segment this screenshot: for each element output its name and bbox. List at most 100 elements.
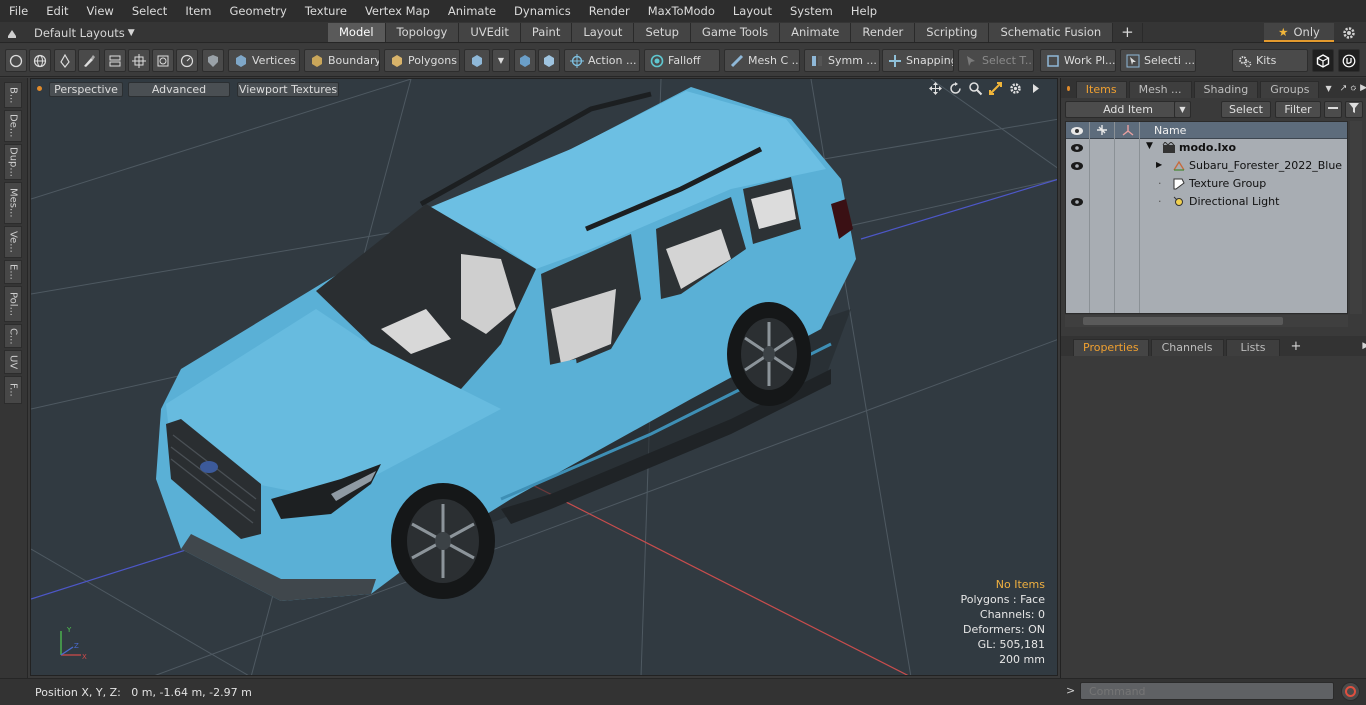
tree-row-directional-light[interactable]: · Directional Light [1066,193,1347,211]
rotate-view-icon[interactable] [948,81,963,96]
align-button[interactable] [104,49,126,72]
panel-more-icon[interactable]: ▶ [1362,341,1366,351]
panel-more-icon[interactable]: ▶ [1360,83,1366,93]
snapping-button[interactable]: Snapping [882,49,954,72]
tab-paint[interactable]: Paint [520,23,573,42]
tab-deform[interactable]: De... [4,110,22,142]
tab-render[interactable]: Render [851,23,916,42]
tab-scripting[interactable]: Scripting [915,23,990,42]
add-tab-button[interactable]: + [1113,23,1143,42]
maximize-view-icon[interactable] [988,81,1003,96]
vertices-button[interactable]: Vertices [228,49,300,72]
menu-render[interactable]: Render [580,4,639,18]
viewport-settings-icon[interactable] [1008,81,1023,96]
selection-sets-button[interactable]: Selecti ... [1120,49,1196,72]
unreal-button[interactable] [1338,49,1360,72]
tab-fusion[interactable]: F... [4,376,22,404]
tab-mesh[interactable]: Mesh ... [1128,81,1192,98]
tab-properties[interactable]: Properties [1073,339,1149,356]
scrollbar-thumb[interactable] [1083,317,1283,325]
tab-game-tools[interactable]: Game Tools [690,23,781,42]
panel-gear-icon[interactable] [1350,82,1357,94]
falloff-button[interactable]: Falloff [644,49,720,72]
menu-geometry[interactable]: Geometry [221,4,296,18]
menu-help[interactable]: Help [842,4,886,18]
collapse-button[interactable] [1324,101,1342,118]
shield-button[interactable] [202,49,224,72]
globe-button[interactable] [29,49,51,72]
expand-panel-icon[interactable] [1340,82,1347,94]
brush-tool-button[interactable] [78,49,100,72]
action-center-button[interactable]: Action ... [564,49,640,72]
mode-dropdown[interactable]: ▼ [492,49,510,72]
tab-setup[interactable]: Setup [634,23,691,42]
chevron-down-icon[interactable]: ▼ [1325,84,1331,93]
unity-button[interactable] [1312,49,1334,72]
menu-maxtomodo[interactable]: MaxToModo [639,4,724,18]
layout-selector[interactable]: Default Layouts ▼ [6,22,135,43]
tab-mesh-edit[interactable]: Mes... [4,182,22,224]
advanced-button[interactable]: Advanced [128,82,230,97]
polygons-button[interactable]: Polygons [384,49,460,72]
tab-channels[interactable]: Channels [1150,339,1224,356]
select-button[interactable]: Select [1221,101,1271,118]
expand-arrow-icon[interactable]: ▼ [1146,141,1153,151]
menu-view[interactable]: View [78,4,123,18]
boundary-button[interactable]: Boundary [304,49,380,72]
command-input[interactable] [1080,682,1334,700]
eye-icon[interactable] [1070,196,1084,208]
tab-groups[interactable]: Groups [1260,81,1320,98]
tab-uvedit[interactable]: UVEdit [459,23,521,42]
menu-edit[interactable]: Edit [37,4,77,18]
car-model-subaru-forester[interactable] [156,87,856,601]
tab-vertex[interactable]: Ve... [4,226,22,258]
select-through-button[interactable]: Select T... [958,49,1034,72]
menu-select[interactable]: Select [123,4,176,18]
snap-box-button[interactable] [152,49,174,72]
menu-layout[interactable]: Layout [724,4,781,18]
material-button[interactable] [514,49,536,72]
tab-animate[interactable]: Animate [780,23,852,42]
mesh-constraint-button[interactable]: Mesh C ... [724,49,800,72]
tree-row-texture-group[interactable]: · Texture Group [1066,175,1347,193]
tab-duplicate[interactable]: Dup... [4,144,22,180]
viewport-scene[interactable] [31,79,1058,676]
tab-topology[interactable]: Topology [385,23,460,42]
tab-uv[interactable]: UV [4,350,22,374]
only-toggle[interactable]: ★ Only [1264,23,1334,42]
eye-icon[interactable] [1070,142,1084,154]
tab-basic[interactable]: B... [4,82,22,108]
menu-item[interactable]: Item [176,4,220,18]
tab-model[interactable]: Model [328,23,386,42]
pen-tool-button[interactable] [54,49,76,72]
tree-horizontal-scrollbar[interactable] [1065,315,1348,327]
menu-file[interactable]: File [0,4,37,18]
expand-arrow-icon[interactable]: ▶ [1156,160,1162,169]
3d-viewport[interactable]: Perspective Advanced Viewport Textures N… [30,78,1058,676]
zoom-view-icon[interactable] [968,81,983,96]
work-plane-button[interactable]: Work Pl... [1040,49,1116,72]
pivot-button[interactable] [538,49,560,72]
perspective-button[interactable]: Perspective [49,82,123,97]
tab-edge[interactable]: E... [4,260,22,284]
move-view-icon[interactable] [928,81,943,96]
tree-vertical-scrollbar[interactable] [1350,121,1362,314]
tab-shading[interactable]: Shading [1193,81,1259,98]
add-tab-button[interactable]: + [1290,339,1301,354]
tab-layout[interactable]: Layout [572,23,635,42]
menu-animate[interactable]: Animate [439,4,505,18]
tree-row-subaru-forester[interactable]: ▶ Subaru_Forester_2022_Blue [1066,157,1347,175]
menu-texture[interactable]: Texture [296,4,356,18]
record-macro-button[interactable] [1341,682,1360,701]
filter-button[interactable]: Filter [1275,101,1321,118]
add-item-button[interactable]: Add Item [1065,101,1191,118]
symmetry-button[interactable]: Symm ... [804,49,880,72]
name-column-header[interactable]: Name [1154,124,1186,137]
add-item-dropdown[interactable]: ▼ [1174,101,1191,118]
menu-vertex-map[interactable]: Vertex Map [356,4,439,18]
select-circle-button[interactable] [5,49,27,72]
funnel-button[interactable] [1345,101,1363,118]
kits-button[interactable]: Kits [1232,49,1308,72]
tab-curve[interactable]: C... [4,324,22,348]
tab-schematic-fusion[interactable]: Schematic Fusion [989,23,1114,42]
